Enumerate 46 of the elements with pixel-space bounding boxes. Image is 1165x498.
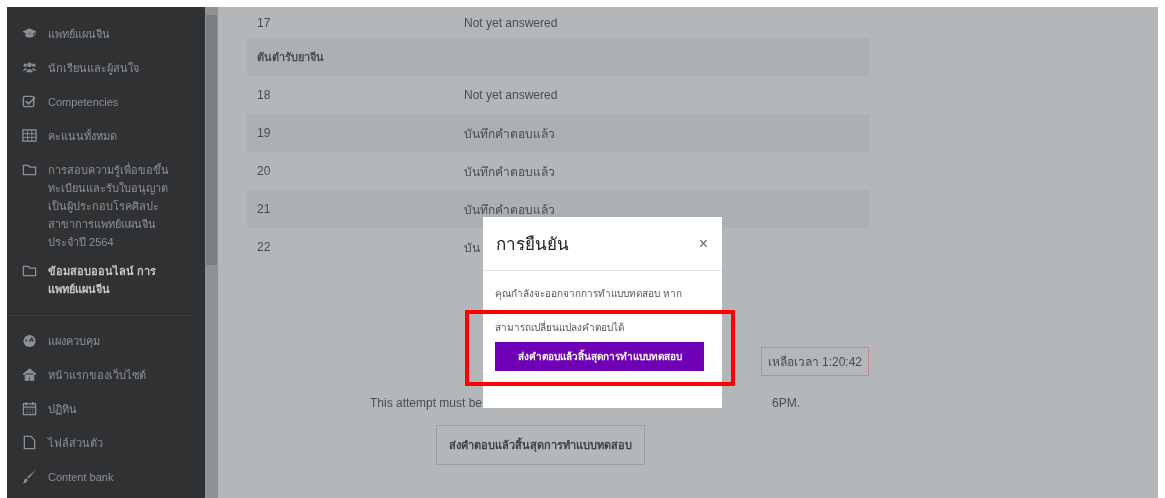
scrollbar-thumb[interactable] — [206, 15, 217, 265]
question-number: 17 — [257, 15, 272, 30]
sidebar-item[interactable]: แผงควบคุม — [7, 328, 205, 356]
sidebar-item[interactable]: หน้าแรกของเว็บไซต์ — [7, 362, 205, 390]
submit-button[interactable]: ส่งคำตอบแล้วสิ้นสุดการทำแบบทดสอบ — [436, 425, 645, 465]
users-icon — [22, 60, 37, 75]
scrollbar[interactable] — [205, 7, 218, 498]
cap-icon — [22, 26, 37, 41]
sidebar-item[interactable]: ข้อมสอบออนไลน์ การแพทย์แผนจีน — [7, 258, 205, 302]
dialog-title: การยืนยัน — [496, 233, 569, 256]
sidebar-item[interactable]: ปฏิทิน — [7, 396, 205, 424]
sidebar-item[interactable]: Content bank — [7, 464, 205, 492]
sidebar-item[interactable]: Competencies — [7, 89, 205, 117]
question-number: 19 — [257, 126, 272, 140]
sidebar-item[interactable]: คะแนนทั้งหมด — [7, 123, 205, 151]
brush-icon — [22, 469, 37, 484]
home-icon — [22, 367, 37, 382]
calendar-icon — [22, 401, 37, 416]
dialog-message: คุณกำลังจะออกจากการทำแบบทดสอบ หาก — [495, 287, 683, 302]
answer-status: บันทึกคำตอบแล้ว — [464, 125, 555, 143]
attempt-note: 6PM. — [772, 396, 801, 410]
table-icon — [22, 128, 37, 143]
time-remaining: เหลือเวลา 1:20:42 — [760, 347, 869, 376]
answer-status: บันทึกคำตอบแล้ว — [464, 163, 555, 181]
gauge-icon — [22, 333, 37, 348]
sidebar-item[interactable]: การสอบความรู้เพื่อขอขึ้นทะเบียนและรับใบอนุญาตเป็นผู้ประกอบโรคศิลปะ สาขาการแพทย์แผนจีน ประจำปี 2564 — [7, 157, 205, 253]
dialog-message: สามารถเปลี่ยนแปลงคำตอบได้ — [495, 319, 625, 335]
folder-icon — [22, 162, 37, 177]
file-icon — [22, 435, 37, 450]
close-button[interactable]: × — [698, 234, 708, 253]
section-heading: ตันตำรับยาจีน — [257, 50, 324, 65]
question-number: 18 — [257, 88, 272, 102]
sidebar-item[interactable]: ไฟล์ส่วนตัว — [7, 430, 205, 458]
confirm-button[interactable]: ส่งคำตอบแล้วสิ้นสุดการทำแบบทดสอบ — [495, 342, 704, 371]
attempt-note: This attempt must be — [370, 396, 483, 410]
sidebar-item[interactable]: แพทย์แผนจีน — [7, 21, 205, 49]
answer-status: Not yet answered — [464, 15, 558, 30]
sidebar-item[interactable]: นักเรียนและผู้สนใจ — [7, 55, 205, 83]
question-number: 20 — [257, 164, 272, 178]
answer-status: Not yet answered — [464, 88, 558, 102]
answer-status: บัน — [464, 239, 480, 257]
question-number: 22 — [257, 240, 272, 254]
folder-icon — [22, 263, 37, 279]
checkbox-icon — [22, 94, 37, 109]
answer-status: บันทึกคำตอบแล้ว — [464, 201, 555, 219]
question-number: 21 — [257, 202, 272, 216]
